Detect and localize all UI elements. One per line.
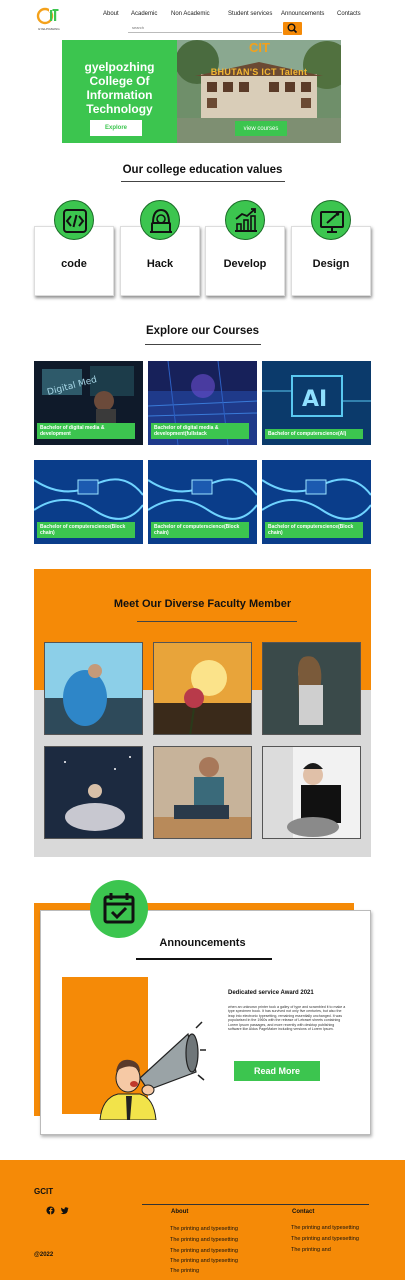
hacker-icon: [140, 200, 180, 240]
view-courses-button[interactable]: view courses: [235, 121, 287, 136]
footer-contact-heading: Contact: [292, 1209, 315, 1215]
faculty-title: Meet Our Diverse Faculty Member: [113, 598, 292, 610]
announcement-body: when an unknown printer took a galley of…: [228, 1005, 346, 1032]
value-label: code: [61, 258, 87, 270]
footer-about-link[interactable]: The printing and typesetting: [170, 1237, 238, 1243]
footer-about-heading: About: [171, 1209, 189, 1215]
footer-about-link[interactable]: The printing and typesetting: [170, 1226, 238, 1232]
search-icon: [287, 23, 298, 34]
faculty-photo[interactable]: [262, 642, 361, 735]
growth-chart-icon: [225, 200, 265, 240]
college-logo[interactable]: [36, 5, 60, 27]
footer-contact-link[interactable]: The printing and typesetting: [291, 1225, 359, 1231]
twitter-icon[interactable]: [60, 1206, 69, 1215]
announcements-title-underline: [136, 958, 272, 960]
course-label: Bachelor of computerscience(Block chain): [37, 522, 136, 538]
explore-button[interactable]: Explore: [90, 120, 142, 136]
hero-image-logo: CIT: [249, 40, 270, 55]
course-card-fullstack[interactable]: Bachelor of digital media & development(…: [148, 361, 257, 445]
course-label: Bachelor of computerscience(Block chain): [265, 522, 364, 538]
footer-contact-link[interactable]: The printing and typesetting: [291, 1236, 359, 1242]
nav-academic[interactable]: Academic: [131, 11, 157, 17]
search-input[interactable]: [128, 22, 282, 33]
course-card-digital-media[interactable]: Digital Med Bachelor of digital media & …: [34, 361, 143, 445]
values-title-underline: [121, 181, 285, 182]
calendar-check-icon: [90, 880, 148, 938]
course-card-blockchain[interactable]: Bachelor of computerscience(Block chain): [34, 460, 143, 544]
hero-title-line: Technology: [86, 102, 153, 116]
course-label: Bachelor of digital media & development: [37, 423, 136, 439]
hero-title-line: College Of: [89, 74, 150, 88]
hero-title-line: Information: [86, 88, 153, 102]
svg-text:AI: AI: [302, 387, 327, 412]
read-more-button[interactable]: Read More: [234, 1061, 320, 1081]
code-icon: [54, 200, 94, 240]
hero-title-line: gyelpozhing: [84, 60, 155, 74]
hero-title: gyelpozhing College Of Information Techn…: [62, 60, 177, 116]
announcement-heading: Dedicated service Award 2021: [228, 990, 314, 996]
course-label: Bachelor of computerscience(AI): [265, 429, 364, 439]
value-label: Develop: [223, 258, 267, 270]
footer: GCIT @2022 About Contact The printing an…: [0, 1160, 405, 1280]
nav-contacts[interactable]: Contacts: [337, 11, 361, 17]
courses-title-underline: [145, 344, 261, 345]
value-label: Design: [312, 258, 350, 270]
footer-about-link[interactable]: The printing: [170, 1268, 199, 1274]
course-card-blockchain[interactable]: Bachelor of computerscience(Block chain): [262, 460, 371, 544]
courses-title: Explore our Courses: [145, 325, 260, 337]
faculty-photo[interactable]: [44, 642, 143, 735]
course-label: Bachelor of computerscience(Block chain): [151, 522, 250, 538]
footer-contact-link[interactable]: The printing and: [291, 1247, 331, 1253]
values-title: Our college education values: [122, 164, 283, 176]
nav-non-academic[interactable]: Non Academic: [171, 11, 210, 17]
footer-divider: [142, 1204, 369, 1205]
logo-caption: GYELPOZHING: [38, 27, 60, 31]
faculty-photo[interactable]: [153, 746, 252, 839]
faculty-photo[interactable]: [262, 746, 361, 839]
course-card-ai[interactable]: AI Bachelor of computerscience(AI): [262, 361, 371, 445]
hero-campus-image: CIT BHUTAN'S ICT Talent view courses: [177, 40, 341, 143]
facebook-icon[interactable]: [46, 1206, 55, 1215]
design-monitor-icon: [311, 200, 351, 240]
footer-copyright: @2022: [34, 1252, 54, 1258]
value-label: Hack: [146, 258, 174, 270]
hero-panel: gyelpozhing College Of Information Techn…: [62, 40, 177, 143]
nav-student-services[interactable]: Student services: [228, 11, 272, 17]
megaphone-person-illustration: [99, 1021, 206, 1120]
footer-brand: GCIT: [34, 1187, 54, 1196]
course-card-blockchain[interactable]: Bachelor of computerscience(Block chain): [148, 460, 257, 544]
faculty-title-underline: [137, 621, 297, 622]
faculty-photo[interactable]: [153, 642, 252, 735]
nav-about[interactable]: About: [103, 11, 119, 17]
footer-about-link[interactable]: The printing and typesetting: [170, 1248, 238, 1254]
footer-about-link[interactable]: The printing and typesetting: [170, 1258, 238, 1264]
hero-image-tagline: BHUTAN'S ICT Talent: [210, 67, 308, 77]
search-button[interactable]: [283, 22, 302, 35]
nav-announcements[interactable]: Announcements: [281, 11, 324, 17]
course-label: Bachelor of digital media & development(…: [151, 423, 250, 439]
faculty-photo[interactable]: [44, 746, 143, 839]
announcements-title: Announcements: [159, 937, 246, 949]
